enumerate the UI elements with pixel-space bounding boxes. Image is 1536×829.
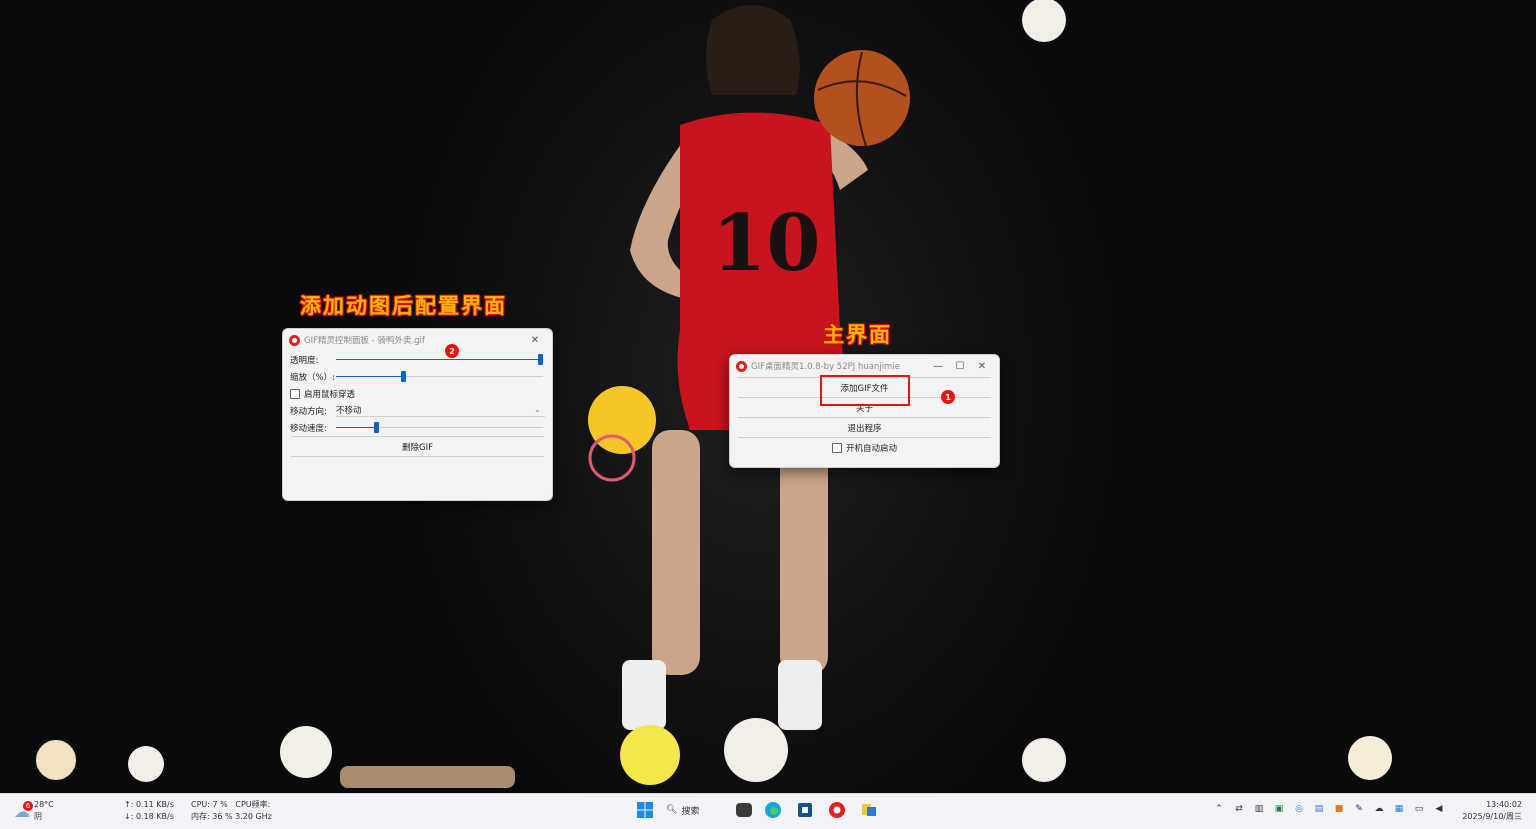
opacity-row: 透明度: <box>283 351 552 368</box>
clock-date: 2025/9/10/周三 <box>1462 812 1522 821</box>
slider-fill <box>336 426 376 428</box>
cloud-icon: ☁ 6 <box>14 800 33 821</box>
tray-settings-icon[interactable]: ⇄ <box>1232 804 1246 814</box>
minimize-icon[interactable]: — <box>927 361 949 372</box>
taskbar-search[interactable]: 🔍︎ 搜索 <box>666 804 726 817</box>
direction-row: 移动方向: 不移动 ⌄ <box>283 402 552 419</box>
network-stats: ↑: 0.11 KB/s ↓: 0.18 KB/s <box>124 799 174 823</box>
cpu-usage: CPU: 7 % <box>191 800 228 809</box>
opacity-slider[interactable] <box>336 353 543 366</box>
tray-baidu-icon[interactable]: ▦ <box>1392 804 1406 814</box>
search-icon: 🔍︎ <box>666 805 678 815</box>
edge-browser-icon[interactable] <box>762 799 784 821</box>
click-through-row[interactable]: 启用鼠标穿透 <box>283 385 552 402</box>
clock-time: 13:40:02 <box>1486 800 1522 809</box>
config-caption: 添加动图后配置界面 <box>300 293 507 318</box>
mem-usage: 内存: 36 % <box>191 812 233 821</box>
config-window: GIF精灵控制面板 - 骑鸭外卖.gif ✕ 透明度: 缩放（%）: 启用鼠标穿… <box>282 328 553 501</box>
main-caption: 主界面 <box>823 322 892 347</box>
taskbar-apps: 🔍︎ 搜索 <box>634 799 880 821</box>
slider-thumb[interactable] <box>538 353 543 365</box>
tray-app-icon[interactable]: ▤ <box>1312 804 1326 814</box>
click-through-label: 启用鼠标穿透 <box>304 389 356 400</box>
speed-label: 移动速度: <box>290 423 327 434</box>
weather-desc: 阴 <box>34 812 42 821</box>
autostart-checkbox[interactable] <box>831 442 842 453</box>
slider-fill <box>336 375 403 377</box>
main-title: GIF桌面精灵1.0.8-by 52PJ huanjimie <box>751 362 900 372</box>
chevron-up-icon[interactable]: ⌃ <box>1212 804 1226 814</box>
chevron-down-icon: ⌄ <box>533 405 541 415</box>
volume-icon[interactable]: ◀ <box>1432 804 1446 814</box>
weather-widget[interactable]: ☁ 6 28°C 阴 <box>14 799 54 823</box>
direction-select[interactable]: 不移动 ⌄ <box>336 405 545 417</box>
tray-network-icon[interactable]: ▭ <box>1412 804 1426 814</box>
app-icon[interactable] <box>794 799 816 821</box>
step-badge-1: 1 <box>941 390 955 404</box>
svg-text:10: 10 <box>712 198 821 289</box>
speed-row: 移动速度: <box>283 419 552 436</box>
notes-app-icon[interactable] <box>858 799 880 821</box>
slider-fill <box>336 358 543 360</box>
maximize-icon[interactable]: ☐ <box>949 361 971 372</box>
scale-label: 缩放（%）: <box>290 372 335 383</box>
system-tray: ⌃ ⇄ ▥ ▣ ◎ ▤ ■ ✎ ☁ ▦ ▭ ◀ <box>1212 804 1446 814</box>
weather-temp: 28°C <box>34 800 54 809</box>
close-icon[interactable]: ✕ <box>524 335 546 346</box>
delete-gif-button[interactable]: 删除GIF <box>291 436 544 457</box>
direction-value: 不移动 <box>336 406 362 416</box>
speed-slider[interactable] <box>336 421 543 434</box>
click-through-checkbox[interactable] <box>290 388 300 399</box>
gif-app-icon <box>736 360 747 372</box>
system-stats: CPU: 7 % CPU频率: 内存: 36 % 3.20 GHz <box>191 799 272 823</box>
net-down: ↓: 0.18 KB/s <box>124 812 174 821</box>
weather-alert-badge: 6 <box>23 800 33 811</box>
tray-search-icon[interactable]: ◎ <box>1292 804 1306 814</box>
autostart-label: 开机自动启动 <box>845 443 897 454</box>
tray-pen-icon[interactable]: ✎ <box>1352 804 1366 814</box>
file-explorer-icon[interactable] <box>736 803 752 817</box>
config-title: GIF精灵控制面板 - 骑鸭外卖.gif <box>304 336 425 346</box>
search-label: 搜索 <box>681 806 700 817</box>
opacity-label: 透明度: <box>290 355 319 366</box>
main-window: GIF桌面精灵1.0.8-by 52PJ huanjimie — ☐ ✕ 添加G… <box>729 354 1000 468</box>
net-up: ↑: 0.11 KB/s <box>124 800 174 809</box>
autostart-row[interactable]: 开机自动启动 <box>738 438 991 457</box>
exit-label: 退出程序 <box>847 423 882 434</box>
direction-label: 移动方向: <box>290 406 327 417</box>
windows-start-icon[interactable] <box>634 799 656 821</box>
main-titlebar[interactable]: GIF桌面精灵1.0.8-by 52PJ huanjimie — ☐ ✕ <box>730 355 999 377</box>
tray-monitor-icon[interactable]: ▥ <box>1252 804 1266 814</box>
exit-button[interactable]: 退出程序 <box>738 418 991 438</box>
scale-row: 缩放（%）: <box>283 368 552 385</box>
tray-excel-icon[interactable]: ▣ <box>1272 804 1286 814</box>
clock[interactable]: 13:40:02 2025/9/10/周三 <box>1462 799 1522 823</box>
slider-thumb[interactable] <box>400 370 406 382</box>
close-icon[interactable]: ✕ <box>971 361 993 372</box>
cpu-freq-label: CPU频率: <box>235 800 271 809</box>
taskbar: ☁ 6 28°C 阴 ↑: 0.11 KB/s ↓: 0.18 KB/s CPU… <box>0 793 1536 829</box>
highlight-box <box>820 375 910 406</box>
delete-gif-label: 删除GIF <box>402 442 433 453</box>
slider-thumb[interactable] <box>374 421 380 433</box>
tray-cloud-icon[interactable]: ☁ <box>1372 804 1386 814</box>
scale-slider[interactable] <box>336 370 543 383</box>
tray-colorful-icon[interactable]: ■ <box>1332 804 1346 814</box>
gif-app-icon <box>289 334 300 346</box>
gif-sprite-taskbar-icon[interactable] <box>826 799 848 821</box>
config-titlebar[interactable]: GIF精灵控制面板 - 骑鸭外卖.gif ✕ <box>283 329 552 351</box>
cpu-freq: 3.20 GHz <box>235 812 272 821</box>
step-badge-2: 2 <box>445 344 459 358</box>
